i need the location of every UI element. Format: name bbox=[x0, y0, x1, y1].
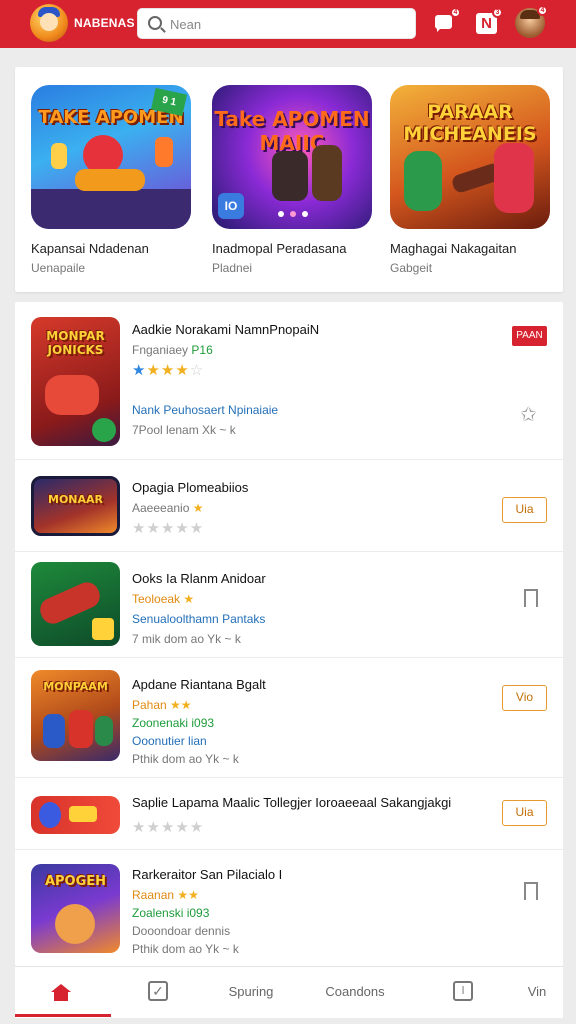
rating-stars: ★★★★☆ bbox=[132, 362, 205, 379]
list-item[interactable]: Saplie Lapama Maalic Tollegjer Ioroaeeaa… bbox=[15, 778, 563, 850]
library-icon: ǀ bbox=[453, 981, 473, 1001]
game-list: MONPAR JONICKS Aadkie Norakami NamnPnopa… bbox=[15, 302, 563, 966]
game-thumbnail: MONAAR bbox=[31, 476, 120, 536]
chat-button[interactable]: 4 bbox=[432, 7, 461, 36]
featured-subtitle: Uenapaile bbox=[31, 261, 86, 275]
nav-coandons[interactable]: Coandons bbox=[295, 967, 415, 1017]
profile-badge: 4 bbox=[537, 5, 548, 16]
game-publisher[interactable]: Senualoolthamn Pantaks bbox=[132, 612, 266, 626]
game-info: Aadkie Norakami NamnPnopaiN Fnganiaey P1… bbox=[132, 322, 319, 437]
search-icon bbox=[148, 16, 162, 30]
app-name: NABENAS bbox=[74, 16, 135, 30]
list-item[interactable]: MONPAAM Apdane Riantana Bgalt Pahan ★★ Z… bbox=[15, 658, 563, 778]
game-thumbnail bbox=[31, 562, 120, 646]
game-title: Opagia Plomeabiios bbox=[132, 480, 249, 495]
featured-section: TAKE APOMEN 9 1 Kapansai Ndadenan Uenapa… bbox=[15, 67, 563, 292]
featured-image: Take APOMEN MAIIC IO bbox=[212, 85, 372, 229]
game-thumbnail: MONPAR JONICKS bbox=[31, 317, 120, 446]
puzzle-icon[interactable]: ✩ bbox=[520, 402, 537, 427]
status-badge: PAAN bbox=[512, 326, 547, 346]
game-info: Apdane Riantana Bgalt Pahan ★★ Zoonenaki… bbox=[132, 677, 266, 766]
bookmark-icon[interactable] bbox=[524, 589, 538, 608]
game-size: Zoonenaki i093 bbox=[132, 716, 215, 730]
game-title: Apdane Riantana Bgalt bbox=[132, 677, 266, 692]
search-bar[interactable] bbox=[137, 8, 416, 39]
game-category: Raanan ★★ bbox=[132, 888, 199, 902]
featured-card[interactable]: PARAAR MICHEANEIS Maghagai Nakagaitan Ga… bbox=[390, 85, 550, 275]
profile-avatar[interactable]: 4 bbox=[515, 5, 548, 38]
game-developer: Dooondoar dennis bbox=[132, 924, 231, 938]
game-info: Opagia Plomeabiios Aaeeeanio ★ ★★★★★ bbox=[132, 480, 248, 537]
list-item[interactable]: MONPAR JONICKS Aadkie Norakami NamnPnopa… bbox=[15, 302, 563, 460]
game-category: Pahan ★★ bbox=[132, 698, 192, 712]
nav-checklist[interactable]: ✓ bbox=[111, 967, 207, 1017]
featured-title: Maghagai Nakagaitan bbox=[390, 241, 517, 256]
nav-home[interactable] bbox=[15, 967, 111, 1017]
game-info: Ooks Ia Rlanm Anidoar Teoloeak ★ Senualo… bbox=[132, 571, 266, 646]
rating-stars: ★★★★★ bbox=[132, 819, 205, 836]
bottom-nav: ✓ Spuring Coandons ǀ Vin bbox=[15, 966, 563, 1018]
nav-spuring[interactable]: Spuring bbox=[207, 967, 295, 1017]
rating-stars: ★★★★★ bbox=[132, 520, 205, 537]
notification-badge: 3 bbox=[492, 7, 503, 18]
chat-badge: 4 bbox=[450, 7, 461, 18]
get-button[interactable]: Uia bbox=[502, 800, 547, 826]
game-meta: 7Pool lenam Xk ~ k bbox=[132, 423, 236, 437]
get-button[interactable]: Vio bbox=[502, 685, 547, 711]
game-size: Zoalenski i093 bbox=[132, 906, 210, 920]
list-item[interactable]: MONAAR Opagia Plomeabiios Aaeeeanio ★ ★★… bbox=[15, 460, 563, 552]
game-category: Fnganiaey P16 bbox=[132, 343, 213, 357]
notifications-button[interactable]: N 3 bbox=[474, 7, 503, 36]
app-logo-icon[interactable] bbox=[30, 4, 68, 42]
home-icon bbox=[51, 984, 71, 1001]
age-rating: P16 bbox=[191, 343, 213, 357]
featured-card[interactable]: TAKE APOMEN 9 1 Kapansai Ndadenan Uenapa… bbox=[31, 85, 191, 275]
chat-icon bbox=[435, 15, 452, 32]
game-title: Aadkie Norakami NamnPnopaiN bbox=[132, 322, 320, 337]
search-input[interactable] bbox=[170, 14, 400, 34]
game-title: Rarkeraitor San Pilacialo I bbox=[132, 867, 283, 882]
nav-library[interactable]: ǀ bbox=[415, 967, 511, 1017]
checkbox-icon: ✓ bbox=[148, 981, 168, 1001]
list-item[interactable]: APOGEH Rarkeraitor San Pilacialo I Raana… bbox=[15, 850, 563, 966]
featured-subtitle: Gabgeit bbox=[390, 261, 433, 275]
game-meta: Pthik dom ao Yk ~ k bbox=[132, 752, 239, 766]
game-meta: 7 mik dom ao Yk ~ k bbox=[132, 632, 241, 646]
bookmark-icon[interactable] bbox=[524, 882, 538, 901]
game-meta: Pthik dom ao Yk ~ k bbox=[132, 942, 239, 956]
game-publisher[interactable]: Nank Peuhosaert Npinaiaie bbox=[132, 403, 319, 417]
nav-vin[interactable]: Vin bbox=[511, 967, 563, 1017]
game-thumbnail: APOGEH bbox=[31, 864, 120, 953]
featured-image: TAKE APOMEN 9 1 bbox=[31, 85, 191, 229]
featured-subtitle: Pladnei bbox=[212, 261, 253, 275]
game-title: Ooks Ia Rlanm Anidoar bbox=[132, 571, 266, 586]
get-button[interactable]: Uia bbox=[502, 497, 547, 523]
game-title: Saplie Lapama Maalic Tollegjer Ioroaeeaa… bbox=[132, 795, 452, 810]
game-thumbnail: MONPAAM bbox=[31, 670, 120, 761]
game-info: Rarkeraitor San Pilacialo I Raanan ★★ Zo… bbox=[132, 867, 282, 956]
game-thumbnail bbox=[31, 796, 120, 834]
featured-title: Inadmopal Peradasana bbox=[212, 241, 347, 256]
featured-image: PARAAR MICHEANEIS bbox=[390, 85, 550, 229]
game-category: Teoloeak ★ bbox=[132, 592, 195, 606]
featured-title: Kapansai Ndadenan bbox=[31, 241, 149, 256]
featured-card[interactable]: Take APOMEN MAIIC IO Inadmopal Peradasan… bbox=[212, 85, 372, 275]
game-category: Aaeeeanio ★ bbox=[132, 501, 204, 515]
game-info: Saplie Lapama Maalic Tollegjer Ioroaeeaa… bbox=[132, 795, 451, 836]
app-header: NABENAS 4 N 3 4 bbox=[0, 0, 576, 48]
game-publisher[interactable]: Ooonutier lian bbox=[132, 734, 266, 748]
list-item[interactable]: Ooks Ia Rlanm Anidoar Teoloeak ★ Senualo… bbox=[15, 552, 563, 658]
